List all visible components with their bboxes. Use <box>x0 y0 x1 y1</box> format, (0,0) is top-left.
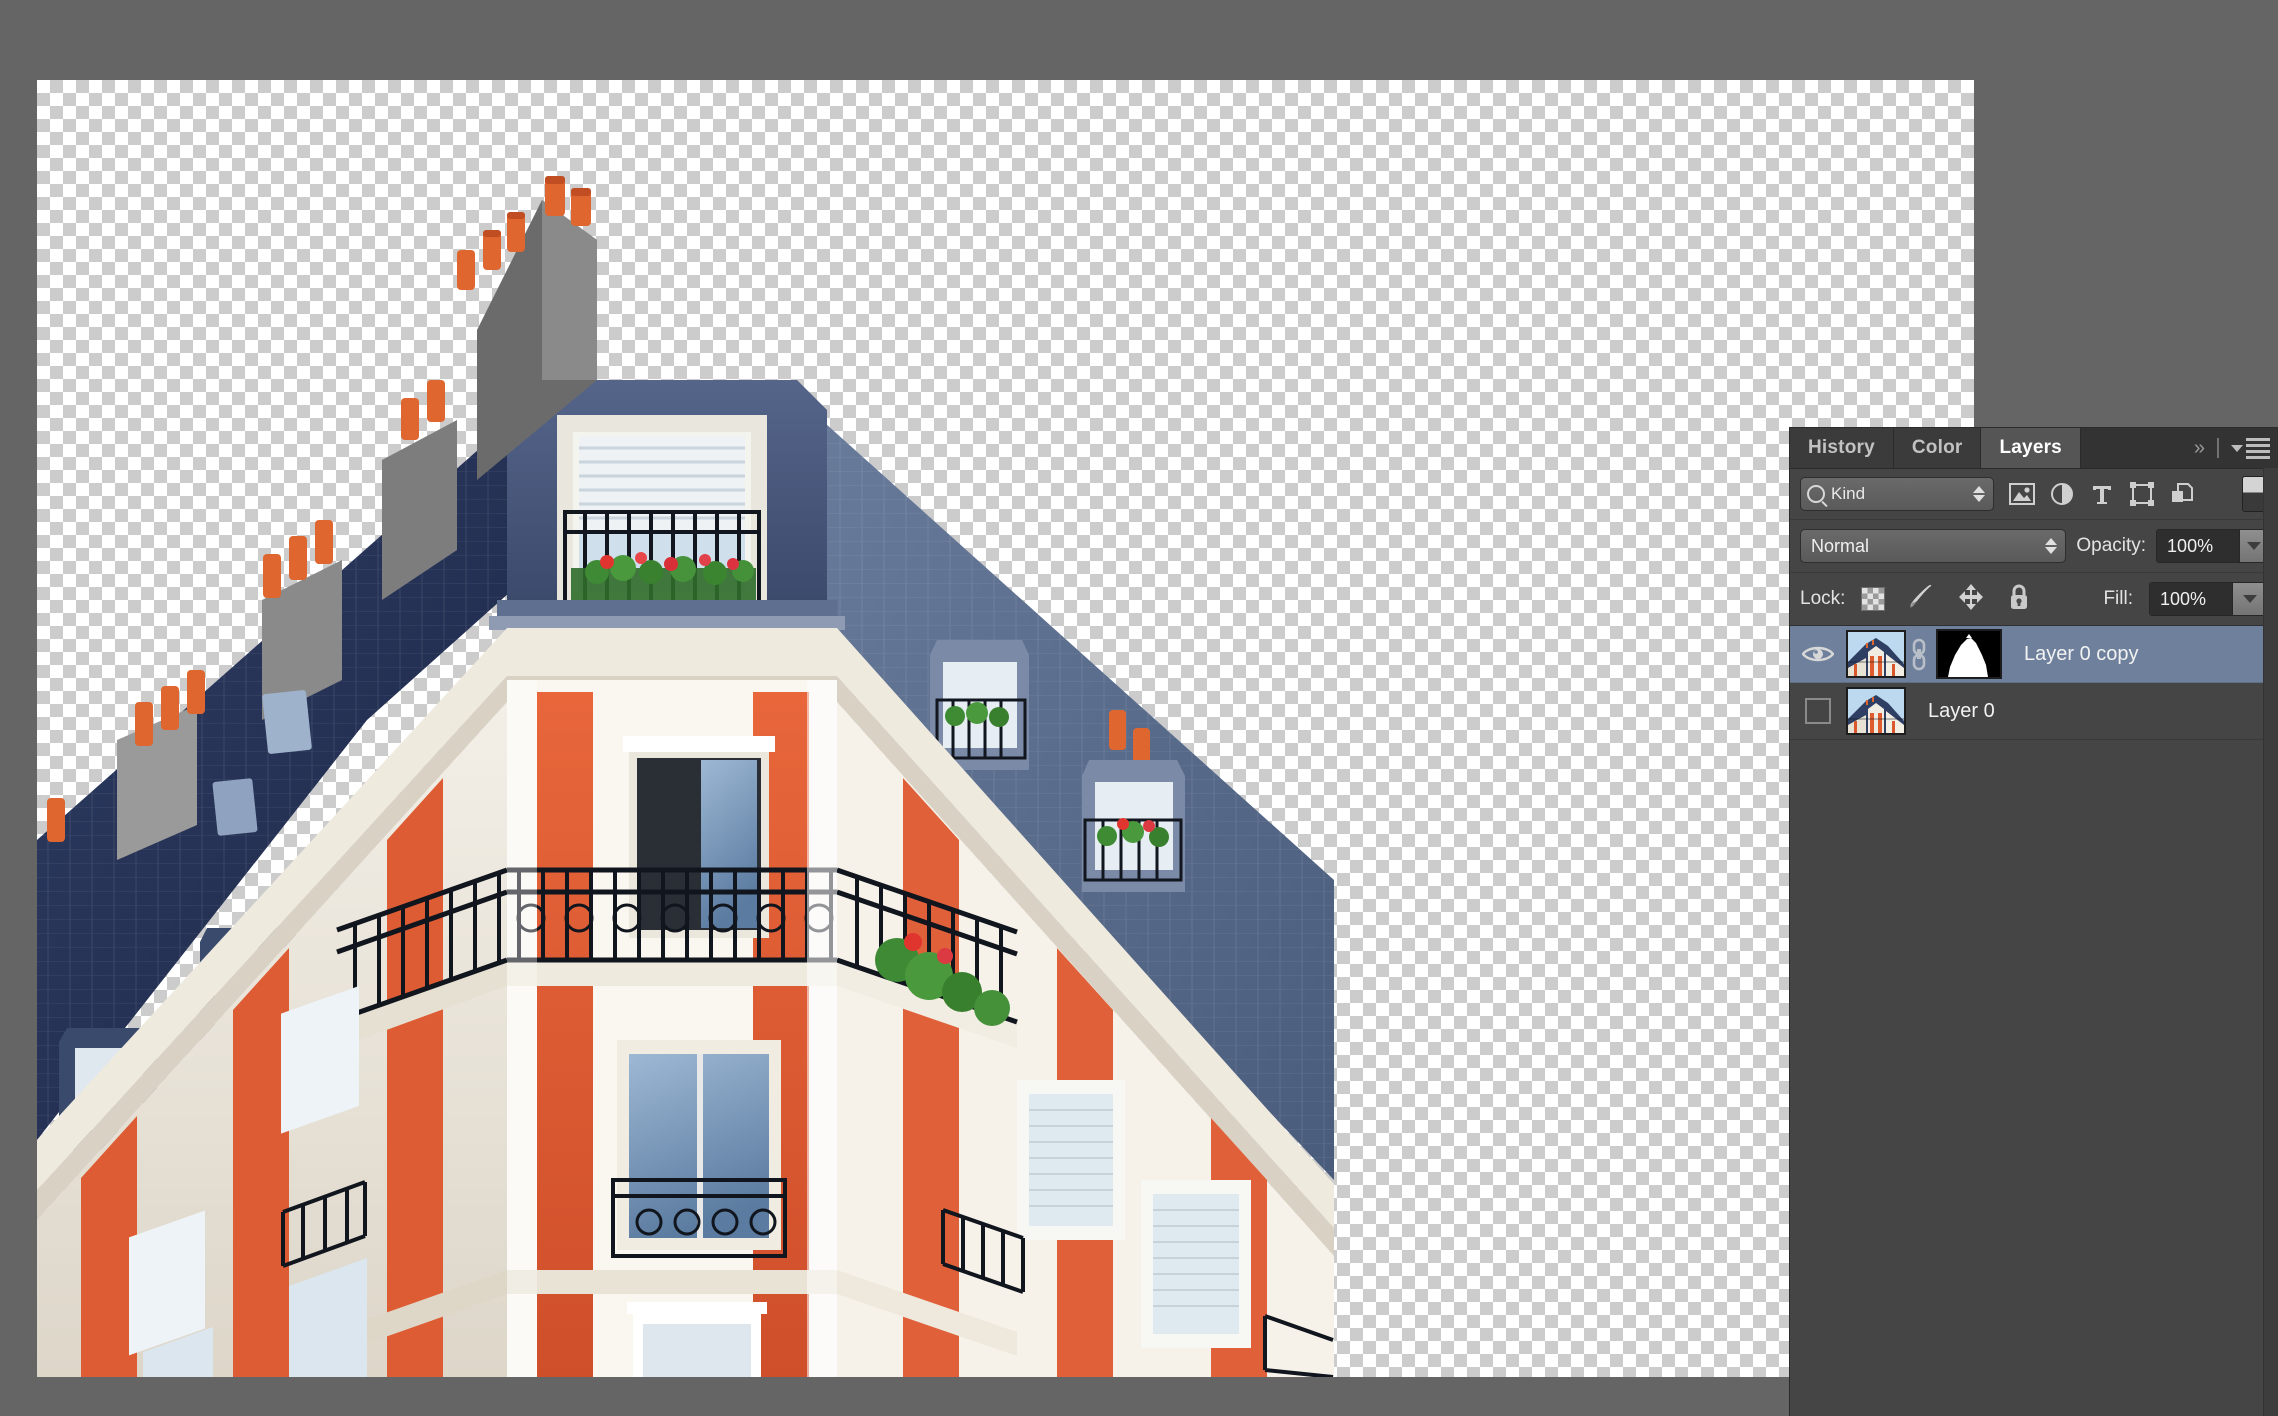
lock-label: Lock: <box>1800 588 1846 609</box>
tab-history[interactable]: History <box>1790 428 1894 468</box>
selection-corner <box>1848 666 1858 676</box>
chevron-down-icon <box>2231 444 2243 452</box>
blend-mode-row: Normal Opacity: 100% <box>1790 520 2278 573</box>
stepper-icon <box>1973 486 1985 502</box>
pixel-layers-filter-icon[interactable] <box>2008 480 2036 508</box>
selection-corner <box>1894 666 1904 676</box>
type-layers-filter-icon[interactable] <box>2088 480 2116 508</box>
fill-field[interactable]: 100% <box>2149 582 2268 616</box>
lock-row: Lock: Fill: 100% <box>1790 573 2278 626</box>
layer-visibility-toggle[interactable] <box>1794 698 1842 724</box>
building-photo-thumbnail <box>1848 689 1904 733</box>
layer-thumbnail[interactable] <box>1846 630 1906 678</box>
layer-name[interactable]: Layer 0 copy <box>2024 643 2139 666</box>
chain-link-icon <box>1912 638 1926 671</box>
layer-name[interactable]: Layer 0 <box>1928 700 1995 723</box>
filter-kind-label: Kind <box>1831 484 1866 503</box>
opacity-field[interactable]: 100% <box>2156 529 2268 563</box>
filter-type-icons <box>2008 480 2196 508</box>
panel-menu-icon[interactable] <box>2231 437 2270 459</box>
eye-icon <box>1802 646 1834 662</box>
layer-visibility-toggle[interactable] <box>1794 644 1842 664</box>
filter-kind-select[interactable]: Kind <box>1800 477 1994 511</box>
eye-off-icon <box>1805 698 1831 724</box>
lock-icon-group <box>1861 583 2031 616</box>
layer-thumbnail-wrap[interactable] <box>1846 687 1906 735</box>
layer-filter-row: Kind <box>1790 469 2278 520</box>
layer-list: Layer 0 copy Layer 0 <box>1790 626 2278 740</box>
hamburger-icon <box>2246 437 2270 459</box>
fill-value[interactable]: 100% <box>2150 583 2232 615</box>
fill-dropdown-button[interactable] <box>2232 583 2267 615</box>
layer-mask-thumbnail[interactable] <box>1936 629 2002 679</box>
blend-mode-select[interactable]: Normal <box>1800 529 2067 563</box>
panel-header-controls: » <box>2193 428 2278 468</box>
shape-layers-filter-icon[interactable] <box>2128 480 2156 508</box>
building-artwork <box>37 80 1334 1377</box>
panel-grip[interactable] <box>2217 438 2221 458</box>
stepper-icon <box>2045 538 2058 554</box>
layer-row[interactable]: Layer 0 copy <box>1790 626 2278 683</box>
selection-corner <box>1894 632 1904 642</box>
fill-label: Fill: <box>2103 588 2133 609</box>
layers-panel[interactable]: History Color Layers » Kind Normal Opaci… <box>1790 428 2278 1416</box>
collapse-panel-icon[interactable]: » <box>2194 437 2207 460</box>
adjustment-layers-filter-icon[interactable] <box>2048 480 2076 508</box>
lock-transparent-pixels-icon[interactable] <box>1861 587 1886 611</box>
building-silhouette-mask <box>1938 631 2000 677</box>
opacity-label: Opacity: <box>2076 535 2147 556</box>
selection-corner <box>1848 632 1858 642</box>
tab-layers[interactable]: Layers <box>1981 428 2081 468</box>
lock-image-pixels-icon[interactable] <box>1907 584 1935 615</box>
blend-mode-value: Normal <box>1811 535 1870 556</box>
opacity-value[interactable]: 100% <box>2157 530 2240 562</box>
panel-tab-bar: History Color Layers » <box>1790 428 2278 469</box>
lock-all-icon[interactable] <box>2007 583 2031 616</box>
building-illustration <box>37 176 1334 1377</box>
lock-position-icon[interactable] <box>1957 583 1985 616</box>
tab-color[interactable]: Color <box>1893 428 1982 468</box>
smart-object-filter-icon[interactable] <box>2168 480 2196 508</box>
link-mask-icon[interactable] <box>1906 637 1932 671</box>
panel-scrollbar[interactable] <box>2263 468 2278 1416</box>
chevron-down-icon <box>2246 542 2261 550</box>
search-icon <box>1807 485 1825 503</box>
layer-thumbnail-wrap[interactable] <box>1846 630 1906 678</box>
layer-thumbnail[interactable] <box>1846 687 1906 735</box>
layer-row[interactable]: Layer 0 <box>1790 683 2278 740</box>
chevron-down-icon <box>2243 595 2257 603</box>
document-canvas[interactable] <box>37 80 1974 1377</box>
